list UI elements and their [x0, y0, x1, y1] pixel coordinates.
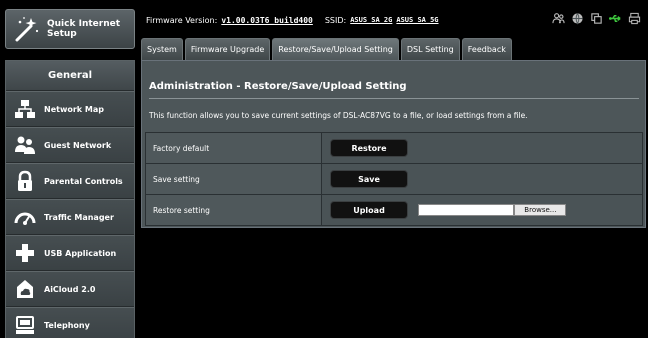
- sidebar-item-guest-network[interactable]: Guest Network: [6, 127, 134, 163]
- table-row: Factory default Restore: [145, 132, 643, 164]
- restore-setting-label: Restore setting: [145, 194, 322, 226]
- save-button[interactable]: Save: [330, 170, 408, 188]
- settings-table: Factory default Restore Save setting Sav…: [145, 132, 643, 226]
- sidebar-item-telephony[interactable]: Telephony: [6, 307, 134, 338]
- sidebar-item-label: Network Map: [44, 104, 104, 114]
- factory-default-label: Factory default: [145, 132, 322, 164]
- sidebar-item-label: Guest Network: [44, 140, 112, 150]
- usb-icon[interactable]: [609, 12, 622, 25]
- aicloud-icon: [17, 280, 33, 298]
- tab-restore-save-upload-setting[interactable]: Restore/Save/Upload Setting: [272, 38, 399, 60]
- magic-wand-icon: [15, 17, 39, 42]
- save-setting-label: Save setting: [145, 163, 322, 195]
- top-status-bar: Firmware Version: v1.00.03T6_build400 SS…: [141, 12, 645, 28]
- sidebar-item-label: AiCloud 2.0: [44, 284, 96, 294]
- network-map-icon: [15, 100, 35, 118]
- usb-application-icon: [16, 244, 34, 262]
- page-description: This function allows you to save current…: [149, 111, 528, 120]
- upload-button[interactable]: Upload: [330, 201, 408, 219]
- quick-internet-setup-button[interactable]: Quick Internet Setup: [5, 9, 135, 49]
- browse-button[interactable]: Browse...: [514, 204, 567, 216]
- title-divider: [149, 98, 639, 99]
- quick-setup-line1: Quick Internet: [47, 19, 121, 29]
- sidebar-item-label: Telephony: [44, 320, 90, 330]
- tab-feedback[interactable]: Feedback: [461, 38, 512, 60]
- table-row: Save setting Save: [145, 163, 643, 195]
- traffic-manager-icon: [14, 212, 36, 225]
- printer-icon[interactable]: [628, 12, 641, 25]
- tab-bar: System Firmware Upgrade Restore/Save/Upl…: [141, 38, 512, 60]
- tab-dsl-setting[interactable]: DSL Setting: [400, 38, 460, 60]
- sidebar-item-usb-application[interactable]: USB Application: [6, 235, 134, 271]
- file-chooser: Browse...: [418, 204, 567, 216]
- sidebar-item-network-map[interactable]: Network Map: [6, 91, 134, 127]
- parental-controls-icon: [18, 170, 32, 191]
- tab-firmware-upgrade[interactable]: Firmware Upgrade: [184, 38, 271, 60]
- copy-icon[interactable]: [590, 12, 603, 25]
- ssid-label: SSID:: [324, 15, 347, 25]
- firmware-label: Firmware Version:: [146, 15, 218, 25]
- file-path-field[interactable]: [418, 204, 515, 216]
- sidebar-title: General: [6, 61, 134, 91]
- status-icons: [552, 12, 641, 25]
- sidebar: General Network Map Guest Network Parent…: [5, 60, 135, 338]
- users-icon[interactable]: [552, 12, 565, 25]
- sidebar-item-label: Traffic Manager: [44, 212, 114, 222]
- firmware-version-link[interactable]: v1.00.03T6_build400: [221, 16, 313, 25]
- quick-setup-line2: Setup: [47, 29, 77, 39]
- telephony-icon: [16, 316, 34, 334]
- quick-internet-setup-label: Quick Internet Setup: [47, 19, 120, 39]
- sidebar-item-aicloud[interactable]: AiCloud 2.0: [6, 271, 134, 307]
- table-row: Restore setting Upload Browse...: [145, 194, 643, 226]
- restore-button[interactable]: Restore: [330, 139, 408, 157]
- tab-system[interactable]: System: [141, 38, 183, 60]
- guest-network-icon: [15, 136, 35, 154]
- sidebar-item-traffic-manager[interactable]: Traffic Manager: [6, 199, 134, 235]
- sidebar-item-label: USB Application: [44, 248, 117, 258]
- ssid-5g-link[interactable]: ASUS_SA_5G: [396, 16, 438, 24]
- sidebar-item-parental-controls[interactable]: Parental Controls: [6, 163, 134, 199]
- ssid-2g-link[interactable]: ASUS_SA_2G: [350, 16, 392, 24]
- sidebar-item-label: Parental Controls: [44, 176, 123, 186]
- main-panel: Administration - Restore/Save/Upload Set…: [141, 60, 646, 228]
- page-title: Administration - Restore/Save/Upload Set…: [149, 81, 407, 92]
- globe-icon[interactable]: [571, 12, 584, 25]
